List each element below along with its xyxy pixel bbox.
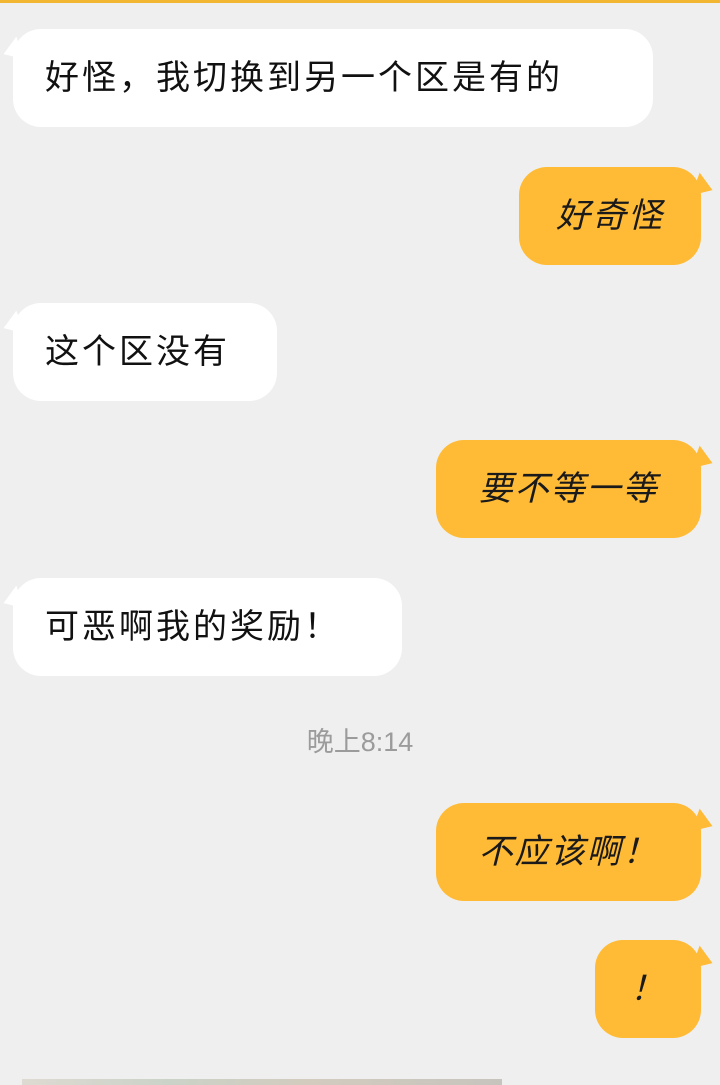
message-text: 要不等一等	[478, 469, 659, 509]
bubble-tail	[0, 310, 25, 340]
bubble-tail	[0, 585, 25, 615]
bubble-tail	[691, 172, 717, 202]
message-bubble-outgoing[interactable]: 不应该啊！	[436, 803, 717, 901]
bubble-tail	[0, 36, 25, 66]
message-bubble-incoming[interactable]: 这个区没有	[0, 303, 277, 401]
message-text: 好奇怪	[556, 196, 664, 236]
image-preview-edge[interactable]	[22, 1079, 502, 1085]
message-bubble-incoming[interactable]: 好怪，我切换到另一个区是有的	[0, 29, 653, 127]
chat-conversation[interactable]: 好怪，我切换到另一个区是有的 好奇怪 这个区没有 要不等一等 可恶啊我的奖励！ …	[0, 0, 720, 1085]
message-text: 这个区没有	[45, 332, 230, 372]
message-text: 好怪，我切换到另一个区是有的	[45, 58, 563, 98]
message-timestamp: 晚上8:14	[306, 727, 414, 757]
bubble-tail	[691, 808, 717, 838]
message-bubble-incoming[interactable]: 可恶啊我的奖励！	[0, 578, 402, 676]
bubble-tail	[691, 945, 717, 975]
message-text: 可恶啊我的奖励！	[45, 607, 341, 647]
message-text: 不应该啊！	[478, 832, 659, 872]
message-bubble-outgoing[interactable]: 好奇怪	[519, 167, 717, 265]
message-bubble-outgoing[interactable]: ！	[595, 940, 717, 1038]
message-bubble-outgoing[interactable]: 要不等一等	[436, 440, 717, 538]
bubble-tail	[691, 445, 717, 475]
message-text: ！	[630, 969, 666, 1009]
